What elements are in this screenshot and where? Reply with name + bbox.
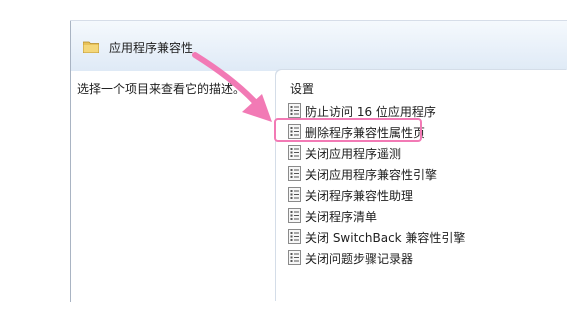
pink-arrow-icon bbox=[192, 52, 272, 122]
